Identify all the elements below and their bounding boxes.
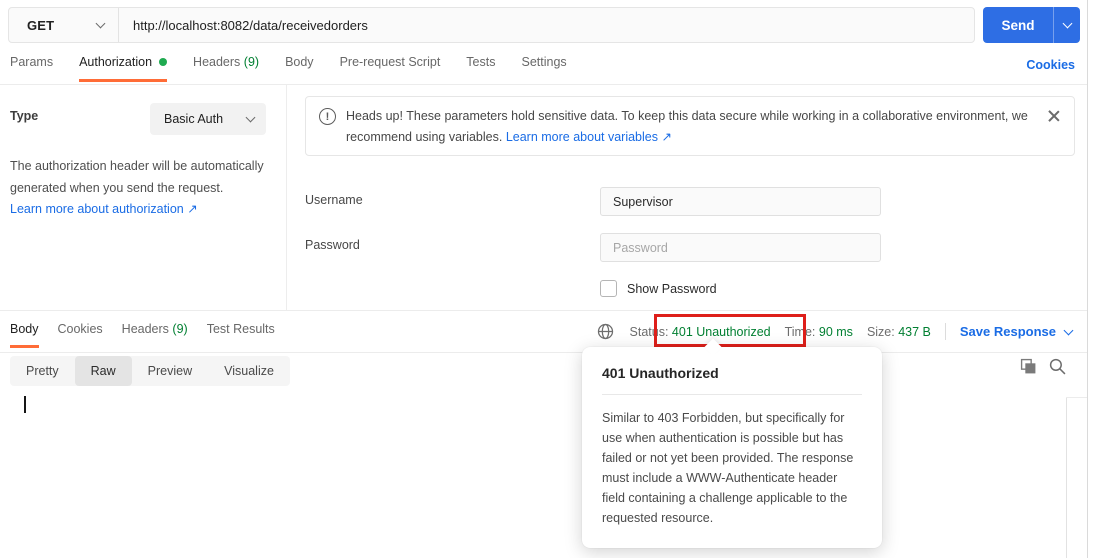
url-bar: GET <box>8 7 975 43</box>
chevron-down-icon <box>96 19 106 29</box>
response-tab-body[interactable]: Body <box>10 322 39 348</box>
tab-tests[interactable]: Tests <box>466 55 495 79</box>
status-pair: Status: 401 Unauthorized <box>630 325 771 339</box>
tab-pre-request-script[interactable]: Pre-request Script <box>340 55 441 79</box>
send-button[interactable]: Send <box>983 7 1080 43</box>
postman-request-view: GET Send Params Authorization Headers (9… <box>0 0 1098 558</box>
response-tab-test-results[interactable]: Test Results <box>207 322 275 345</box>
view-visualize[interactable]: Visualize <box>208 356 290 386</box>
send-button-label[interactable]: Send <box>983 7 1053 43</box>
divider <box>1066 397 1088 398</box>
auth-type-dropdown[interactable]: Basic Auth <box>150 103 266 135</box>
text-cursor <box>24 396 26 413</box>
tooltip-body: Similar to 403 Forbidden, but specifical… <box>602 408 862 528</box>
status-label: Status: <box>630 325 669 339</box>
tab-headers[interactable]: Headers (9) <box>193 55 259 79</box>
send-options-button[interactable] <box>1053 7 1080 43</box>
divider <box>0 352 1087 353</box>
info-icon <box>319 108 336 125</box>
auth-configured-dot-icon <box>159 58 167 66</box>
time-value: 90 ms <box>819 325 853 339</box>
response-view-switcher: Pretty Raw Preview Visualize <box>10 356 290 386</box>
auth-type-panel: Type Basic Auth The authorization header… <box>0 85 287 310</box>
chevron-down-icon <box>1064 325 1074 335</box>
view-preview[interactable]: Preview <box>132 356 208 386</box>
response-tab-bar: Body Cookies Headers (9) Test Results <box>0 311 275 352</box>
tooltip-title: 401 Unauthorized <box>602 365 862 381</box>
tab-params[interactable]: Params <box>10 55 53 79</box>
view-pretty[interactable]: Pretty <box>10 356 75 386</box>
size-pair: Size: 437 B <box>867 325 931 339</box>
request-tab-bar: Params Authorization Headers (9) Body Pr… <box>0 55 1087 84</box>
external-link-icon: ↗ <box>661 130 671 144</box>
learn-more-variables-link[interactable]: Learn more about variables <box>506 130 658 144</box>
divider <box>945 323 946 340</box>
show-password-label: Show Password <box>627 282 717 296</box>
tab-authorization[interactable]: Authorization <box>79 55 167 82</box>
method-dropdown[interactable]: GET <box>9 8 119 42</box>
tab-body[interactable]: Body <box>285 55 314 79</box>
password-field[interactable] <box>600 233 881 262</box>
auth-type-value: Basic Auth <box>164 112 223 126</box>
password-label: Password <box>305 238 360 252</box>
response-tab-cookies[interactable]: Cookies <box>58 322 103 345</box>
username-label: Username <box>305 193 363 207</box>
learn-more-authorization-link[interactable]: Learn more about authorization ↗ <box>10 201 198 216</box>
tab-authorization-label: Authorization <box>79 55 152 69</box>
time-pair: Time: 90 ms <box>785 325 853 339</box>
scrollbar-track[interactable] <box>1066 397 1067 558</box>
banner-text: Heads up! These parameters hold sensitiv… <box>346 106 1046 148</box>
type-label: Type <box>10 109 38 123</box>
search-icon[interactable] <box>1049 358 1066 375</box>
status-tooltip: 401 Unauthorized Similar to 403 Forbidde… <box>582 347 882 548</box>
username-field[interactable] <box>600 187 881 216</box>
save-response-button[interactable]: Save Response <box>960 324 1072 339</box>
copy-icon[interactable] <box>1020 358 1037 375</box>
response-headers-count-badge: (9) <box>172 322 187 336</box>
show-password-checkbox[interactable] <box>600 280 617 297</box>
response-tab-headers[interactable]: Headers (9) <box>122 322 188 345</box>
status-value: 401 Unauthorized <box>672 325 771 339</box>
globe-icon[interactable] <box>597 323 614 340</box>
response-meta-bar: Status: 401 Unauthorized Time: 90 ms Siz… <box>597 311 1072 352</box>
time-label: Time: <box>785 325 816 339</box>
url-input[interactable] <box>119 8 974 42</box>
chevron-down-icon <box>246 113 256 123</box>
sensitive-data-banner: Heads up! These parameters hold sensitiv… <box>305 96 1075 156</box>
chevron-down-icon <box>1062 19 1072 29</box>
size-value: 437 B <box>898 325 931 339</box>
tab-headers-label: Headers <box>193 55 240 69</box>
response-body-toolbar <box>1020 358 1066 375</box>
divider <box>1087 0 1088 558</box>
divider <box>602 394 862 395</box>
size-label: Size: <box>867 325 895 339</box>
headers-count-badge: (9) <box>244 55 259 69</box>
cookies-link[interactable]: Cookies <box>1026 58 1075 72</box>
external-link-icon: ↗ <box>187 202 197 216</box>
auth-help-text: The authorization header will be automat… <box>10 155 282 199</box>
view-raw[interactable]: Raw <box>75 356 132 386</box>
close-icon[interactable] <box>1046 109 1060 123</box>
tab-settings[interactable]: Settings <box>521 55 566 79</box>
method-label: GET <box>27 18 54 33</box>
